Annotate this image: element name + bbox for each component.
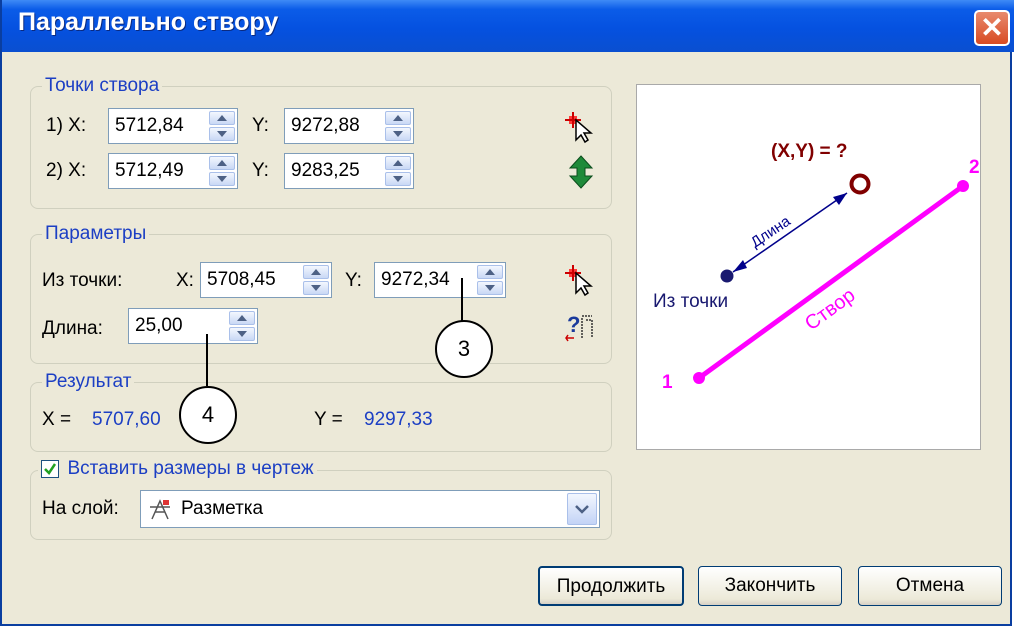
callout-4-line: [206, 334, 208, 386]
point2-y-spinner[interactable]: [385, 156, 411, 186]
insert-checkbox-label: Вставить размеры в чертеж: [67, 458, 314, 479]
cancel-button[interactable]: Отмена: [858, 566, 1002, 606]
spin-up-button[interactable]: [209, 156, 235, 170]
dialog-window: Параллельно створу ✕ Точки створа 1) X: …: [0, 0, 1014, 626]
spin-up-button[interactable]: [229, 311, 255, 325]
callout-4: 4: [179, 386, 237, 444]
spin-down-button[interactable]: [385, 127, 411, 141]
arrow-head-end: [833, 193, 847, 205]
spin-down-button[interactable]: [209, 127, 235, 141]
stvor-point-2: [957, 180, 969, 192]
target-point-marker: [849, 173, 871, 195]
from-y-label: Y:: [345, 270, 362, 291]
spin-down-button[interactable]: [209, 172, 235, 186]
point1-y-label: Y:: [252, 115, 269, 136]
layer-label: На слой:: [42, 498, 119, 519]
layer-value: Разметка: [181, 498, 264, 519]
insert-checkbox[interactable]: [41, 460, 59, 478]
point1-y-input[interactable]: 9272,88: [284, 108, 414, 144]
result-y-label: Y =: [314, 409, 343, 430]
spin-down-button[interactable]: [477, 281, 503, 295]
finish-button[interactable]: Закончить: [698, 566, 842, 606]
layer-dropdown-button[interactable]: [567, 493, 597, 525]
point2-x-spinner[interactable]: [209, 156, 235, 186]
pick-point-icon[interactable]: [564, 110, 598, 144]
from-y-value: 9272,34: [381, 269, 450, 290]
points-group: [30, 86, 612, 209]
length-arrow: [732, 192, 848, 273]
point1-x-spinner[interactable]: [209, 111, 235, 141]
from-x-value: 5708,45: [207, 269, 276, 290]
point2-y-value: 9283,25: [291, 160, 360, 181]
point2-marker: 2: [969, 157, 980, 178]
point2-y-label: Y:: [252, 160, 269, 181]
spin-down-button[interactable]: [303, 281, 329, 295]
result-y-value: 9297,33: [364, 409, 433, 430]
spin-down-button[interactable]: [385, 172, 411, 186]
check-icon: [44, 463, 57, 475]
arrow-head-start: [733, 260, 747, 272]
from-point-label: Из точки:: [42, 270, 123, 291]
layer-select[interactable]: Разметка: [140, 490, 600, 528]
from-x-spinner[interactable]: [303, 265, 329, 295]
from-x-label: X:: [176, 270, 194, 291]
svg-text:?: ?: [567, 312, 580, 337]
point2-x-input[interactable]: 5712,49: [108, 153, 238, 189]
spin-up-button[interactable]: [385, 156, 411, 170]
spin-up-button[interactable]: [477, 265, 503, 279]
length-input[interactable]: 25,00: [128, 308, 258, 344]
from-label: Из точки: [653, 291, 728, 312]
stvor-line: [697, 183, 965, 381]
point1-y-spinner[interactable]: [385, 111, 411, 141]
spin-up-button[interactable]: [385, 111, 411, 125]
result-x-value: 5707,60: [92, 409, 161, 430]
from-point-marker: [720, 269, 734, 283]
result-x-label: X =: [42, 409, 72, 430]
pick-from-point-icon[interactable]: [564, 263, 598, 297]
point1-x-value: 5712,84: [115, 115, 184, 136]
point2-x-label: 2) X:: [46, 160, 87, 181]
title-bar[interactable]: Параллельно створу ✕: [2, 0, 1014, 52]
point1-x-input[interactable]: 5712,84: [108, 108, 238, 144]
point1-marker: 1: [662, 372, 673, 393]
points-group-title: Точки створа: [42, 75, 163, 97]
window-title: Параллельно створу: [18, 8, 279, 36]
preview-canvas: 1 2 (X,Y) = ? Из точки Длина Створ: [653, 141, 980, 393]
point1-x-label: 1) X:: [46, 115, 87, 136]
close-button[interactable]: ✕: [974, 10, 1010, 46]
stvor-point-1: [693, 372, 705, 384]
swap-points-icon[interactable]: [568, 155, 594, 189]
params-group: [30, 234, 612, 364]
length-spinner[interactable]: [229, 311, 255, 341]
params-group-title: Параметры: [42, 223, 150, 245]
from-y-input[interactable]: 9272,34: [374, 262, 506, 298]
stvor-label: Створ: [801, 284, 859, 335]
length-label: Длина:: [42, 318, 103, 339]
spin-up-button[interactable]: [303, 265, 329, 279]
from-x-input[interactable]: 5708,45: [200, 262, 332, 298]
point2-x-value: 5712,49: [115, 160, 184, 181]
spin-down-button[interactable]: [229, 327, 255, 341]
query-length-icon[interactable]: ?: [564, 310, 598, 344]
point1-y-value: 9272,88: [291, 115, 360, 136]
continue-button[interactable]: Продолжить: [538, 566, 684, 606]
callout-3: 3: [435, 320, 493, 378]
result-group-title: Результат: [42, 371, 135, 393]
spin-up-button[interactable]: [209, 111, 235, 125]
preview-diagram: 1 2 (X,Y) = ? Из точки Длина Створ: [636, 84, 981, 450]
layer-icon: [150, 499, 170, 520]
xy-label: (X,Y) = ?: [771, 141, 848, 162]
dropdown-arrow-icon: [575, 505, 589, 514]
from-y-spinner[interactable]: [477, 265, 503, 295]
length-value: 25,00: [135, 315, 183, 336]
callout-3-line: [461, 278, 463, 326]
insert-checkbox-row[interactable]: Вставить размеры в чертеж: [38, 458, 317, 480]
point2-y-input[interactable]: 9283,25: [284, 153, 414, 189]
